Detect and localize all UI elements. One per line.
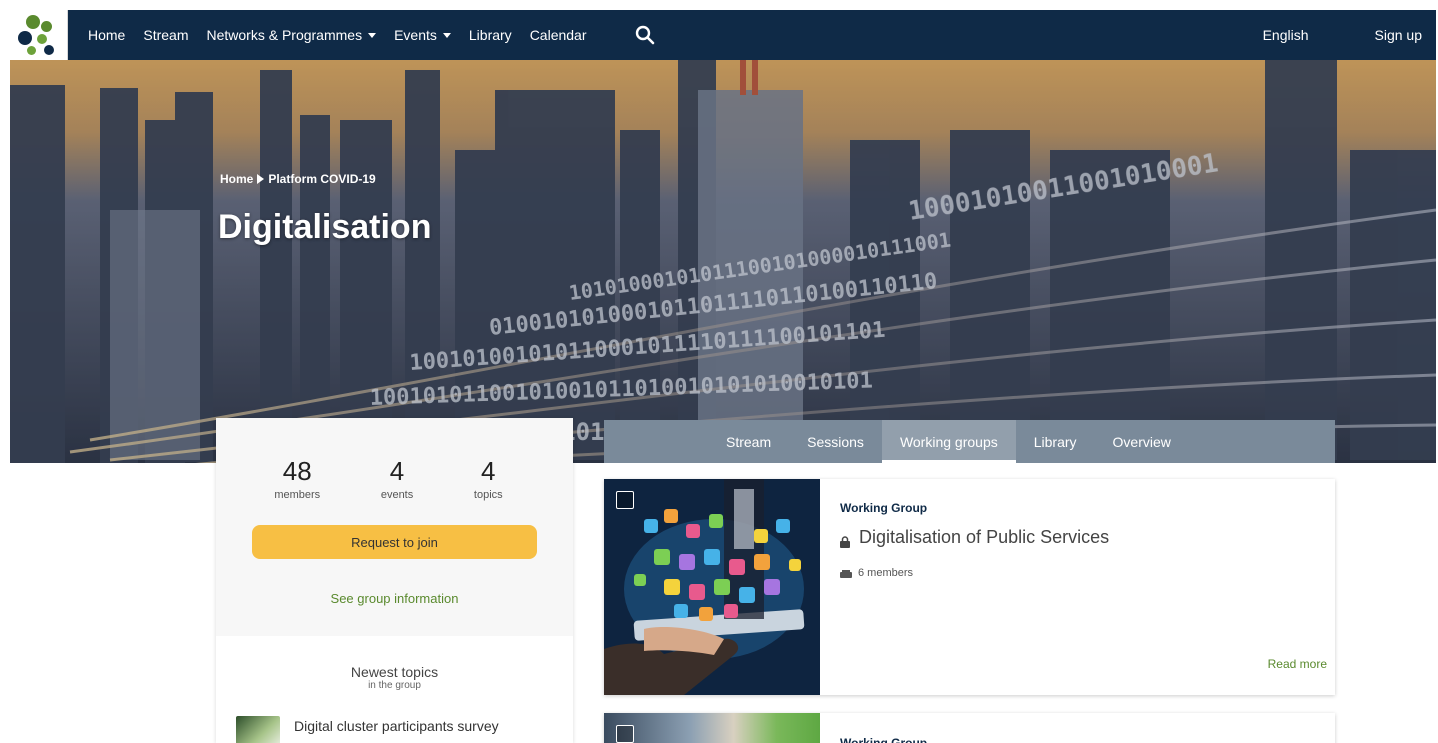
stat-events: 4 events — [381, 456, 413, 501]
request-to-join-button[interactable]: Request to join — [252, 525, 537, 559]
stat-label: events — [380, 489, 414, 501]
stat-label: topics — [473, 489, 503, 501]
top-navigation-bar: Home Stream Networks & Programmes Events… — [10, 10, 1436, 60]
chevron-down-icon — [442, 32, 451, 38]
newest-topics-title: Newest topics — [350, 664, 439, 680]
nav-home-label: Home — [88, 27, 126, 43]
tab-stream[interactable]: Stream — [708, 420, 789, 463]
logo-dot-icon — [37, 34, 47, 44]
tab-working-groups[interactable]: Working groups — [881, 420, 1016, 463]
nav-library[interactable]: Library — [469, 27, 512, 43]
working-group-image — [604, 479, 820, 695]
nav-stream-label: Stream — [143, 27, 189, 43]
breadcrumb-home[interactable]: Home — [220, 172, 253, 186]
main-nav: Home Stream Networks & Programmes Events… — [88, 10, 655, 60]
signup-label: Sign up — [1374, 27, 1422, 43]
topic-title: Digital cluster participants survey — [294, 718, 499, 734]
members-icon — [840, 569, 852, 578]
stat-topics: 4 topics — [474, 456, 503, 501]
stat-members: 48 members — [274, 456, 320, 501]
tablet-apps-illustration — [604, 479, 820, 695]
group-summary-card: 48 members 4 events 4 topics Request to … — [216, 418, 573, 743]
members-count: 6 members — [858, 567, 914, 579]
see-group-information-link[interactable]: See group information — [216, 591, 573, 606]
tab-label: Sessions — [807, 433, 864, 450]
nav-home[interactable]: Home — [88, 27, 125, 43]
nav-calendar-label: Calendar — [529, 27, 587, 43]
logo-dot-icon — [44, 45, 54, 55]
working-group-card[interactable]: Working Group Digitalisation of Public S… — [604, 479, 1335, 695]
working-group-title-text: Digitalisation of Public Services — [859, 527, 1110, 547]
nav-networks-label: Networks & Programmes — [206, 27, 363, 43]
nav-events[interactable]: Events — [394, 27, 451, 43]
tab-label: Overview — [1112, 433, 1171, 450]
working-group-title[interactable]: Digitalisation of Public Services — [840, 527, 1109, 548]
newest-topics-subtitle: in the group — [368, 680, 421, 691]
logo-dot-icon — [18, 31, 32, 45]
tab-sessions[interactable]: Sessions — [789, 420, 882, 463]
logo-dot-icon — [41, 21, 52, 32]
logo-dot-icon — [27, 46, 36, 55]
working-group-members: 6 members — [840, 567, 913, 579]
breadcrumb-current[interactable]: Platform COVID-19 — [268, 172, 375, 186]
signup-link[interactable]: Sign up — [1375, 27, 1422, 43]
site-logo[interactable] — [10, 10, 68, 60]
stat-value: 4 — [481, 456, 496, 486]
logo-dot-icon — [26, 15, 40, 29]
stat-value: 48 — [282, 456, 312, 486]
topic-thumbnail — [236, 716, 280, 743]
lock-icon — [840, 532, 850, 548]
working-group-image — [604, 713, 820, 743]
nav-events-label: Events — [394, 27, 437, 43]
read-more-link[interactable]: Read more — [1268, 657, 1327, 671]
group-tabs: Stream Sessions Working groups Library O… — [604, 420, 1335, 463]
calendar-icon — [616, 491, 634, 509]
nav-stream[interactable]: Stream — [143, 27, 188, 43]
nav-networks-programmes[interactable]: Networks & Programmes — [206, 27, 377, 43]
language-selector[interactable]: English — [1263, 27, 1309, 43]
tab-label: Library — [1033, 433, 1077, 450]
chevron-down-icon — [368, 32, 377, 38]
calendar-icon — [616, 725, 634, 743]
hero-banner: 10101000101011100101000010111001 0100101… — [10, 60, 1436, 463]
working-group-card[interactable]: Working Group — [604, 713, 1335, 743]
topic-item[interactable]: Digital cluster participants survey — [236, 716, 499, 743]
search-icon[interactable] — [635, 25, 655, 45]
tab-library[interactable]: Library — [1016, 420, 1095, 463]
group-stats: 48 members 4 events 4 topics — [216, 418, 573, 501]
tab-label: Stream — [726, 433, 772, 450]
breadcrumb: Home Platform COVID-19 — [220, 172, 376, 186]
nav-calendar[interactable]: Calendar — [530, 27, 587, 43]
tab-label: Working groups — [899, 433, 998, 450]
working-group-type: Working Group — [840, 501, 928, 515]
city-skyline-image: 10101000101011100101000010111001 0100101… — [10, 60, 1436, 463]
stat-value: 4 — [389, 456, 405, 486]
language-label: English — [1262, 27, 1309, 43]
breadcrumb-separator-icon — [257, 174, 265, 184]
newest-topics-section: Newest topics in the group Digital clust… — [216, 636, 573, 743]
nav-library-label: Library — [468, 27, 512, 43]
stat-label: members — [274, 489, 321, 501]
page-title: Digitalisation — [218, 208, 432, 246]
nav-right: English Sign up — [1263, 27, 1436, 43]
tab-overview[interactable]: Overview — [1095, 420, 1189, 463]
working-group-type: Working Group — [840, 736, 928, 743]
